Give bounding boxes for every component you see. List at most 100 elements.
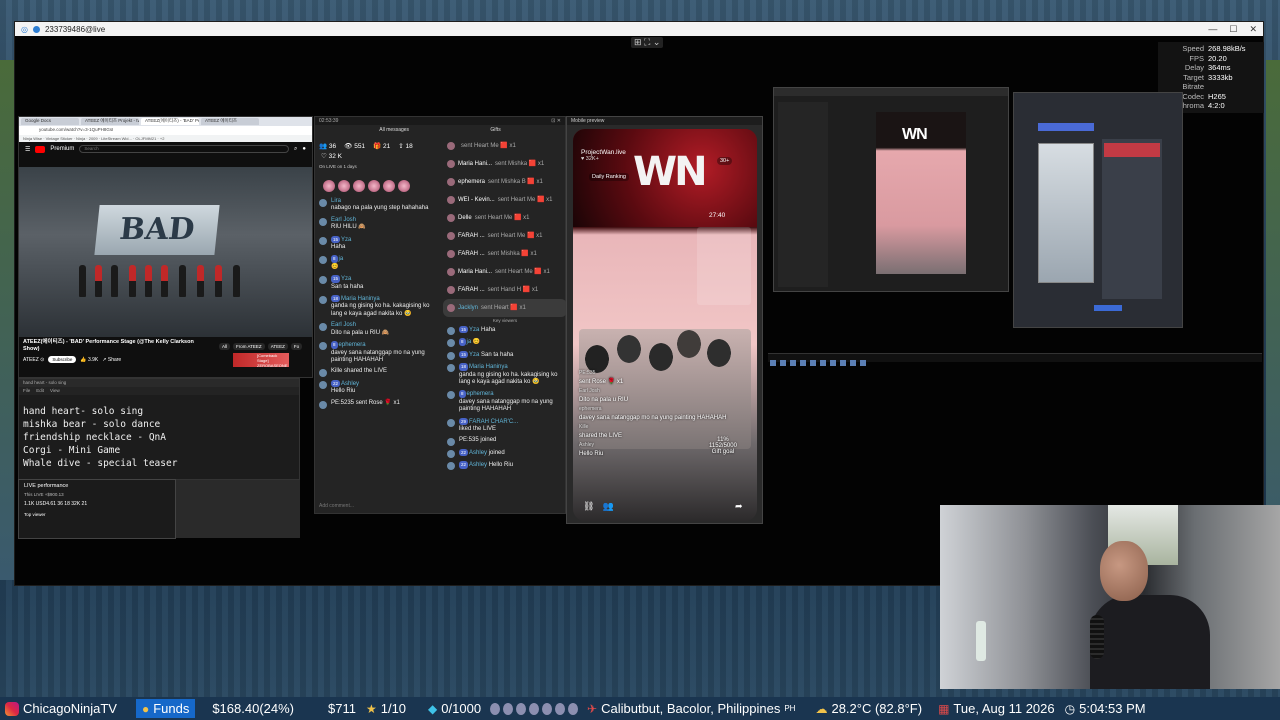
browser-tab-active[interactable]: ATEEZ(에이티즈) - 'BAD' Perfor... — [141, 118, 199, 125]
share-button[interactable]: ↗ Share — [102, 357, 121, 363]
taskbar-app-icon[interactable] — [850, 360, 856, 366]
taskbar-app-icon[interactable] — [790, 360, 796, 366]
daily-ranking-badge[interactable]: Daily Ranking — [589, 173, 629, 181]
tab-gifts[interactable]: Gifts — [490, 127, 500, 133]
video-figure — [95, 265, 102, 297]
gift-messages: sent Heart Me 🟥 x1 Maria Hani... sent Mis… — [443, 137, 567, 513]
taskbar-app-icon[interactable] — [860, 360, 866, 366]
gift-message: FARAH ... sent Mishka 🟥 x1 — [443, 245, 567, 263]
share-icon[interactable]: ➦ — [735, 501, 743, 512]
chat-tabs: All messages Gifts — [315, 125, 565, 135]
taskbar-app-icon[interactable] — [810, 360, 816, 366]
search-icon[interactable]: ⌕ — [294, 146, 297, 153]
badge-icon — [503, 702, 514, 715]
menu-view[interactable]: View — [50, 388, 60, 394]
taskbar-app-icon[interactable] — [800, 360, 806, 366]
badge-icon — [529, 702, 540, 715]
taskbar-app-icon[interactable] — [820, 360, 826, 366]
avatar — [447, 142, 455, 150]
avatar — [319, 400, 327, 409]
chip-from-ateez[interactable]: From ATEEZ — [233, 343, 265, 350]
empty-pane — [176, 480, 300, 538]
phone-account[interactable]: ProjectWan.live ♥ 32K+ — [581, 149, 626, 162]
live-performance-panel: LIVE performance This LIVE +$900.13 1.1K… — [18, 479, 176, 539]
youtube-logo-icon[interactable] — [35, 145, 46, 153]
editor-tab[interactable] — [1038, 123, 1094, 131]
chat-message: 15 Yza San ta haha — [443, 349, 567, 361]
top-viewer-tab[interactable]: Top viewer — [19, 511, 175, 518]
location: ✈ Calibutbut, Bacolor, Philippines PH — [587, 701, 796, 716]
browser-tab[interactable]: ATEEZ 에이티즈 Projekt - tvdo — [81, 118, 139, 125]
recommendation-chips: All From ATEEZ ATEEZ Fo — [219, 343, 303, 350]
bookmarks-bar[interactable]: Ninja Wise · Vintage Sticker · Ninja · 2… — [19, 135, 312, 142]
recommended-thumbnail[interactable]: [Comeback Stage] ZEROBASEONE — [233, 353, 289, 368]
youtube-search-input[interactable]: Search — [79, 145, 289, 153]
menu-file[interactable]: File — [23, 388, 30, 394]
taskbar-app-icon[interactable] — [830, 360, 836, 366]
chat-message: Kille shared the LIVE — [315, 366, 443, 378]
gift-icon[interactable] — [383, 180, 395, 192]
tab-all-messages[interactable]: All messages — [379, 127, 409, 133]
note-line: friendship necklace - QnA — [23, 432, 166, 443]
video-figure — [161, 265, 168, 297]
browser-tab[interactable]: Google Docs — [21, 118, 79, 125]
live-performance-stats: 1.1K USD4.61 36 18 32K 21 — [24, 501, 88, 507]
window-title: 233739486@live — [44, 24, 106, 34]
mobile-preview-title: Mobile preview — [567, 117, 762, 125]
chat-message: PE:5235 sent Rose 🌹 x1 — [315, 398, 443, 409]
browser-tab[interactable]: ATEEZ 에이티즈 — [201, 118, 259, 125]
gift-icon[interactable] — [353, 180, 365, 192]
editor-confirm-button[interactable] — [1094, 305, 1122, 311]
menu-icon[interactable]: ☰ — [25, 146, 30, 153]
view-controls[interactable]: ⊞ ⛶ ⌄ — [631, 37, 664, 48]
close-button[interactable]: ✕ — [1249, 24, 1257, 35]
note-line: Corgi - Mini Game — [23, 445, 121, 456]
gift-icon[interactable] — [398, 180, 410, 192]
comment-input[interactable]: Add comment... — [319, 503, 354, 509]
chip-more[interactable]: Fo — [290, 343, 303, 350]
gifts-count: 🎁 21 — [373, 143, 391, 150]
editor-settings-panel — [1102, 139, 1162, 299]
gift-icon[interactable] — [368, 180, 380, 192]
webcam-bottle — [976, 621, 986, 661]
phone-side-panel — [697, 227, 751, 305]
phone-chat-message: PE:535 sent Rose 🌹 x1 — [579, 370, 624, 385]
gift-icon[interactable] — [323, 180, 335, 192]
gift-icon[interactable] — [338, 180, 350, 192]
like-button[interactable]: 👍 3.9K — [80, 357, 98, 363]
minimize-button[interactable]: — — [1208, 24, 1217, 34]
avatar — [447, 160, 455, 168]
money-bag-icon: ● — [141, 701, 150, 716]
taskbar-app-icon[interactable] — [770, 360, 776, 366]
likes-count: ♡ 32 K — [321, 153, 343, 160]
link-icon[interactable]: ⛓ — [583, 501, 594, 512]
maximize-button[interactable]: ☐ — [1229, 24, 1237, 35]
channel-name[interactable]: ATEEZ ⊙ — [23, 357, 44, 363]
views-count: 👁 551 — [344, 143, 366, 150]
youtube-brand: Premium — [50, 146, 75, 152]
avatar — [447, 286, 455, 294]
viewer-count[interactable]: 30+ — [717, 157, 733, 165]
chip-all[interactable]: All — [219, 343, 231, 350]
taskbar-app-icon[interactable] — [840, 360, 846, 366]
note-line: mishka bear - solo dance — [23, 419, 161, 430]
video-player[interactable]: BAD — [19, 167, 312, 337]
notepad-text[interactable]: hand heart- solo sing mishka bear - solo… — [19, 395, 299, 470]
subscribe-button[interactable]: Subscribe — [48, 356, 77, 363]
chip-ateez[interactable]: ATEEZ — [267, 343, 288, 350]
cash-value: $711 — [328, 701, 356, 716]
video-figure — [215, 265, 222, 297]
avatar — [447, 351, 455, 360]
gems-counter: ◆ 0/1000 — [428, 701, 482, 716]
webcam-feed — [940, 505, 1280, 689]
mobile-preview-window: Mobile preview WN ProjectWan.live ♥ 32K+… — [566, 116, 763, 524]
right-decoration — [1266, 60, 1280, 580]
viewers-count: 👥 36 — [319, 143, 337, 150]
address-bar[interactable]: youtube.com/watch?v=3-1QuPH8GsI — [19, 126, 312, 135]
avatar[interactable]: ● — [302, 146, 306, 152]
taskbar-app-icon[interactable] — [780, 360, 786, 366]
chat-window-controls[interactable]: ⊡ ✕ — [551, 118, 561, 124]
studio-logo: WN — [902, 126, 928, 143]
guests-icon[interactable]: 👥 — [602, 501, 613, 512]
menu-edit[interactable]: Edit — [36, 388, 44, 394]
